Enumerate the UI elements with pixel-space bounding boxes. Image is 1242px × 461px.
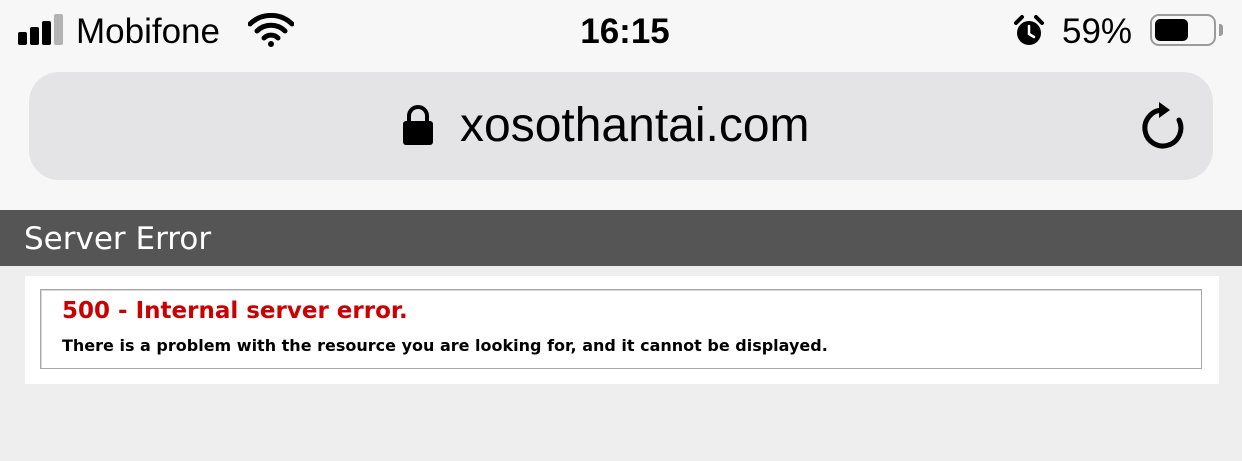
carrier-name: Mobifone bbox=[76, 12, 220, 51]
clock: 16:15 bbox=[580, 12, 670, 51]
battery-icon bbox=[1150, 14, 1216, 46]
error-box: 500 - Internal server error. There is a … bbox=[40, 289, 1202, 369]
lock-icon bbox=[402, 104, 434, 150]
signal-icon bbox=[18, 13, 66, 45]
reload-icon[interactable] bbox=[1136, 100, 1190, 160]
status-bar: Mobifone 16:15 59% bbox=[0, 0, 1242, 64]
error-content: 500 - Internal server error. There is a … bbox=[25, 276, 1219, 384]
browser-chrome: Mobifone 16:15 59% xosothantai.com bbox=[0, 0, 1242, 210]
address-url[interactable]: xosothantai.com bbox=[460, 96, 810, 156]
alarm-icon bbox=[1012, 14, 1046, 52]
wifi-icon bbox=[247, 12, 295, 51]
page-title: Server Error bbox=[24, 221, 212, 257]
page-header: Server Error bbox=[0, 210, 1242, 266]
battery-level-fill bbox=[1155, 19, 1188, 41]
error-message: There is a problem with the resource you… bbox=[62, 336, 828, 355]
error-title: 500 - Internal server error. bbox=[62, 298, 408, 324]
battery-tip bbox=[1219, 24, 1223, 36]
battery-percent: 59% bbox=[1062, 12, 1133, 51]
